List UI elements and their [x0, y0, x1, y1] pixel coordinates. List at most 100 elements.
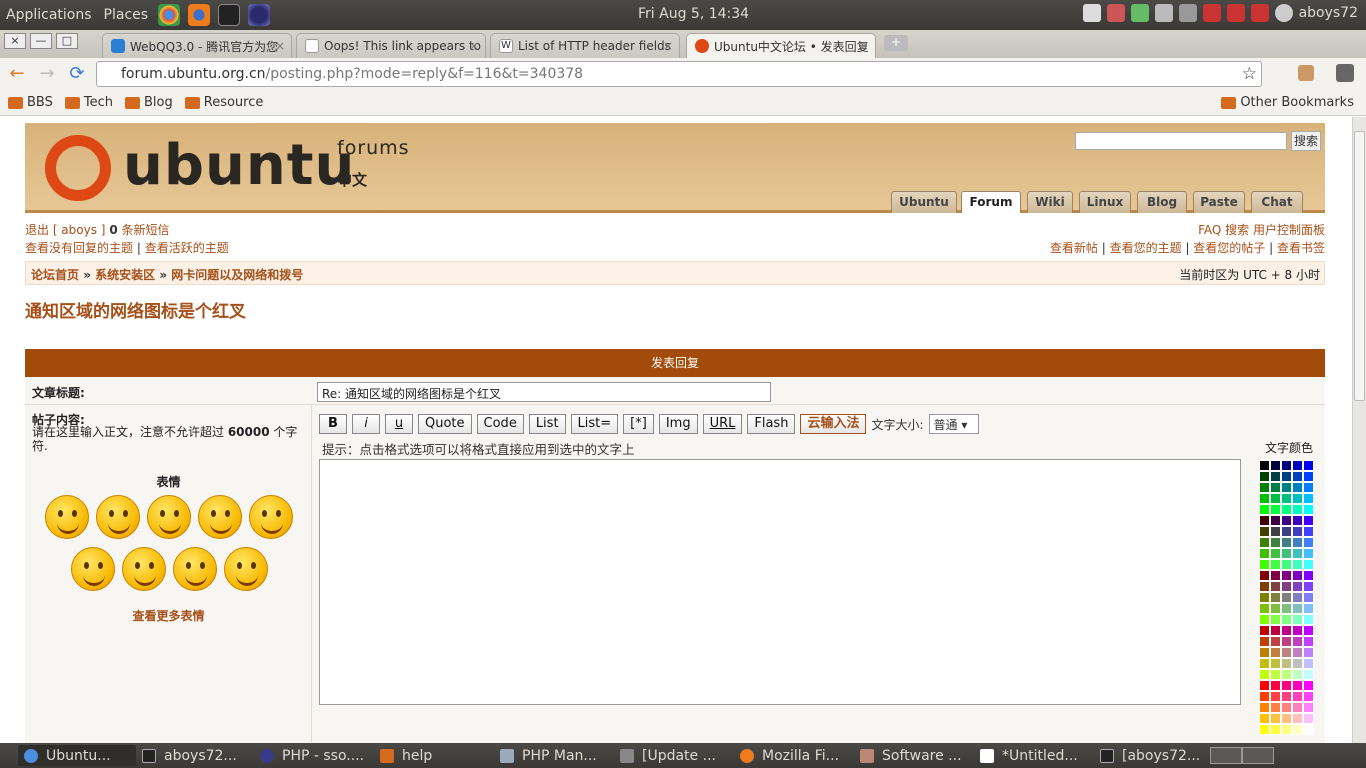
site-tab-linux[interactable]: Linux [1079, 191, 1131, 213]
forward-button[interactable]: → [34, 62, 60, 86]
list-item-button[interactable]: [*] [623, 414, 654, 434]
color-swatch[interactable] [1281, 460, 1292, 471]
unanswered-link[interactable]: 查看没有回复的主题 [25, 241, 133, 255]
color-swatch[interactable] [1270, 702, 1281, 713]
color-swatch[interactable] [1281, 471, 1292, 482]
color-swatch[interactable] [1281, 669, 1292, 680]
site-tab-wiki[interactable]: Wiki [1027, 191, 1073, 213]
smiley-icon[interactable] [249, 495, 293, 539]
color-swatch[interactable] [1270, 460, 1281, 471]
flash-button[interactable]: Flash [747, 414, 796, 434]
color-swatch[interactable] [1292, 537, 1303, 548]
color-swatch[interactable] [1303, 482, 1314, 493]
color-swatch[interactable] [1281, 625, 1292, 636]
color-swatch[interactable] [1259, 526, 1270, 537]
active-topics-link[interactable]: 查看活跃的主题 [145, 241, 229, 255]
font-size-select[interactable]: 普通 ▾ [928, 414, 979, 434]
task-item[interactable]: *Untitled... [974, 745, 1094, 766]
color-swatch[interactable] [1281, 537, 1292, 548]
color-swatch[interactable] [1281, 570, 1292, 581]
color-swatch[interactable] [1292, 493, 1303, 504]
color-swatch[interactable] [1303, 515, 1314, 526]
red-status-icon[interactable] [1226, 4, 1245, 22]
new-posts-link[interactable]: 查看新帖 [1050, 241, 1098, 255]
color-swatch[interactable] [1303, 493, 1314, 504]
color-swatch[interactable] [1292, 614, 1303, 625]
close-icon[interactable]: × [275, 39, 285, 53]
color-swatch[interactable] [1303, 713, 1314, 724]
color-swatch[interactable] [1259, 482, 1270, 493]
list-ordered-button[interactable]: List= [570, 414, 619, 434]
color-swatch[interactable] [1259, 504, 1270, 515]
color-swatch[interactable] [1259, 603, 1270, 614]
color-swatch[interactable] [1259, 515, 1270, 526]
color-swatch[interactable] [1292, 603, 1303, 614]
clock[interactable]: Fri Aug 5, 14:34 [638, 6, 749, 22]
bookmark-tech[interactable]: Tech [64, 95, 113, 110]
smiley-icon[interactable] [147, 495, 191, 539]
color-swatch[interactable] [1259, 680, 1270, 691]
color-swatch[interactable] [1270, 548, 1281, 559]
more-smilies-link[interactable]: 查看更多表情 [25, 607, 312, 624]
task-item[interactable]: [aboys72... [1094, 745, 1204, 766]
color-swatch[interactable] [1270, 625, 1281, 636]
breadcrumb-item[interactable]: 系统安装区 [95, 268, 155, 282]
message-textarea[interactable] [319, 459, 1241, 705]
color-swatch[interactable] [1270, 559, 1281, 570]
bookmarks-link[interactable]: 查看书签 [1277, 241, 1325, 255]
topic-title[interactable]: 通知区域的网络图标是个红叉 [25, 297, 246, 322]
color-swatch[interactable] [1259, 636, 1270, 647]
browser-tab-active[interactable]: Ubuntu中文论坛 • 发表回复 × [686, 33, 876, 58]
color-swatch[interactable] [1270, 471, 1281, 482]
places-menu[interactable]: Places [98, 7, 155, 23]
volume-icon[interactable] [1154, 4, 1173, 22]
color-swatch[interactable] [1303, 603, 1314, 614]
close-icon[interactable]: × [859, 39, 869, 53]
task-item[interactable]: help [374, 745, 494, 766]
window-maximize-button[interactable]: □ [56, 33, 78, 49]
color-swatch[interactable] [1281, 581, 1292, 592]
task-item[interactable]: PHP Man... [494, 745, 614, 766]
color-swatch[interactable] [1303, 636, 1314, 647]
color-swatch[interactable] [1292, 592, 1303, 603]
color-swatch[interactable] [1259, 570, 1270, 581]
color-swatch[interactable] [1259, 537, 1270, 548]
color-swatch[interactable] [1270, 669, 1281, 680]
color-swatch[interactable] [1281, 636, 1292, 647]
scroll-thumb[interactable] [1354, 131, 1365, 401]
color-swatch[interactable] [1270, 680, 1281, 691]
smiley-icon[interactable] [45, 495, 89, 539]
color-swatch[interactable] [1303, 680, 1314, 691]
color-swatch[interactable] [1281, 658, 1292, 669]
page-scrollbar[interactable] [1352, 117, 1366, 743]
site-search-button[interactable]: 搜索 [1291, 131, 1321, 151]
back-button[interactable]: ← [4, 62, 30, 86]
code-button[interactable]: Code [476, 414, 524, 434]
color-swatch[interactable] [1281, 592, 1292, 603]
color-swatch[interactable] [1270, 537, 1281, 548]
list-button[interactable]: List [528, 414, 566, 434]
faq-link[interactable]: FAQ [1198, 223, 1221, 237]
red-status-icon[interactable] [1202, 4, 1221, 22]
workspace-switcher[interactable] [1242, 747, 1274, 764]
color-swatch[interactable] [1259, 658, 1270, 669]
color-swatch[interactable] [1303, 559, 1314, 570]
color-swatch[interactable] [1303, 504, 1314, 515]
bookmark-blog[interactable]: Blog [125, 95, 173, 110]
color-swatch[interactable] [1303, 614, 1314, 625]
smiley-icon[interactable] [96, 495, 140, 539]
site-tab-chat[interactable]: Chat [1251, 191, 1303, 213]
color-swatch[interactable] [1259, 691, 1270, 702]
color-swatch[interactable] [1281, 702, 1292, 713]
color-swatch[interactable] [1259, 713, 1270, 724]
bookmark-bbs[interactable]: BBS [8, 95, 53, 110]
js-extension-icon[interactable] [1302, 64, 1318, 82]
task-item[interactable]: Software ... [854, 745, 974, 766]
underline-button[interactable]: u [385, 414, 413, 434]
color-swatch[interactable] [1270, 724, 1281, 735]
color-swatch[interactable] [1292, 713, 1303, 724]
close-icon[interactable]: × [469, 39, 479, 53]
color-swatch[interactable] [1281, 614, 1292, 625]
color-swatch[interactable] [1303, 625, 1314, 636]
color-swatch[interactable] [1270, 526, 1281, 537]
